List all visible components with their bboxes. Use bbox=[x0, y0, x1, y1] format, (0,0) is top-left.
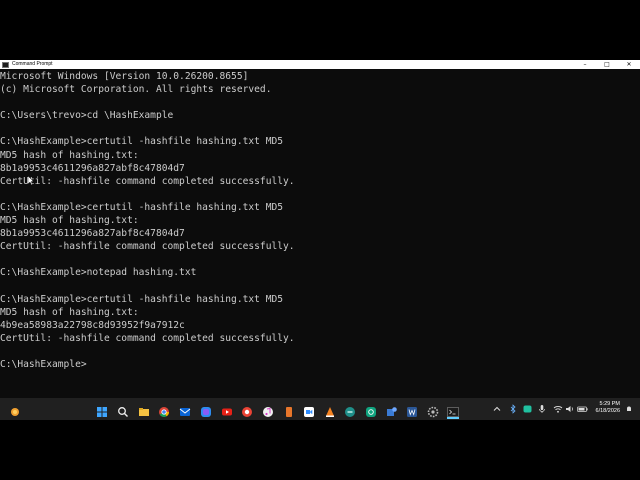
battery-icon[interactable] bbox=[577, 404, 588, 414]
vlc-icon[interactable] bbox=[324, 403, 336, 417]
clock-time: 5:29 PM bbox=[599, 401, 620, 407]
start-icon[interactable] bbox=[96, 403, 108, 417]
chevron-up-icon[interactable] bbox=[493, 404, 501, 414]
console-line: C:\HashExample>certutil -hashfile hashin… bbox=[0, 293, 284, 305]
command-prompt-icon bbox=[2, 61, 9, 68]
puzzle-icon[interactable] bbox=[386, 403, 398, 416]
console-line: C:\HashExample> bbox=[0, 359, 87, 371]
desktop-screen: Command Prompt – □ ✕ Microsoft Windows [… bbox=[0, 60, 640, 420]
notes-icon[interactable] bbox=[283, 403, 295, 417]
zoom-icon[interactable] bbox=[303, 403, 315, 417]
notification-bell-icon[interactable] bbox=[626, 404, 632, 414]
close-button[interactable]: ✕ bbox=[618, 60, 640, 69]
console-output[interactable]: Microsoft Windows [Version 10.0.26200.86… bbox=[0, 70, 640, 390]
minimize-button[interactable]: – bbox=[574, 60, 596, 69]
chrome-icon[interactable] bbox=[158, 403, 170, 417]
console-line: C:\Users\trevo>cd \HashExample bbox=[0, 110, 174, 122]
microphone-icon[interactable] bbox=[538, 404, 546, 414]
console-line: 8b1a9953c4611296a827abf8c47804d7 bbox=[0, 162, 185, 174]
maximize-button[interactable]: □ bbox=[596, 60, 618, 69]
file-explorer-icon[interactable] bbox=[138, 403, 150, 416]
youtube-icon[interactable] bbox=[221, 403, 233, 416]
search-icon[interactable] bbox=[117, 403, 129, 417]
app-teal-icon[interactable] bbox=[344, 403, 356, 417]
weather-icon[interactable] bbox=[9, 403, 21, 416]
tray-app-icon[interactable] bbox=[523, 404, 532, 414]
console-line: C:\HashExample>notepad hashing.txt bbox=[0, 267, 197, 279]
console-line: MD5 hash of hashing.txt: bbox=[0, 149, 139, 161]
console-line: CertUtil: -hashfile command completed su… bbox=[0, 332, 295, 344]
active-app-indicator bbox=[447, 417, 459, 419]
mouse-cursor-icon bbox=[28, 176, 34, 185]
console-line: C:\HashExample>certutil -hashfile hashin… bbox=[0, 201, 284, 213]
clock-date: 6/18/2026 bbox=[595, 408, 620, 414]
console-line: MD5 hash of hashing.txt: bbox=[0, 215, 139, 227]
outlook-icon[interactable] bbox=[179, 403, 191, 416]
settings-icon[interactable] bbox=[427, 403, 439, 418]
window-controls: – □ ✕ bbox=[574, 60, 640, 69]
chrome-alt-icon[interactable] bbox=[241, 403, 253, 417]
bluetooth-icon[interactable] bbox=[509, 404, 517, 414]
word-icon[interactable] bbox=[406, 403, 418, 417]
taskbar: 5:29 PM 6/18/2026 bbox=[0, 398, 640, 420]
console-line: CertUtil: -hashfile command completed su… bbox=[0, 241, 295, 253]
console-line: CertUtil: -hashfile command completed su… bbox=[0, 175, 295, 187]
console-line: Microsoft Windows [Version 10.0.26200.86… bbox=[0, 71, 249, 82]
console-line: (c) Microsoft Corporation. All rights re… bbox=[0, 84, 272, 96]
volume-icon[interactable] bbox=[565, 404, 575, 414]
system-clock[interactable]: 5:29 PM 6/18/2026 bbox=[596, 401, 620, 415]
chatgpt-icon[interactable] bbox=[365, 403, 377, 417]
wifi-icon[interactable] bbox=[553, 404, 563, 414]
title-bar[interactable]: Command Prompt – □ ✕ bbox=[0, 60, 640, 69]
window-title: Command Prompt bbox=[12, 61, 53, 67]
console-line: MD5 hash of hashing.txt: bbox=[0, 306, 139, 318]
console-line: 8b1a9953c4611296a827abf8c47804d7 bbox=[0, 228, 185, 240]
terminal-icon[interactable] bbox=[447, 403, 459, 417]
console-line: C:\HashExample>certutil -hashfile hashin… bbox=[0, 136, 284, 148]
console-line: 4b9ea58983a22798c8d93952f9a7912c bbox=[0, 319, 185, 331]
itunes-icon[interactable] bbox=[262, 403, 274, 417]
copilot-icon[interactable] bbox=[200, 403, 212, 417]
